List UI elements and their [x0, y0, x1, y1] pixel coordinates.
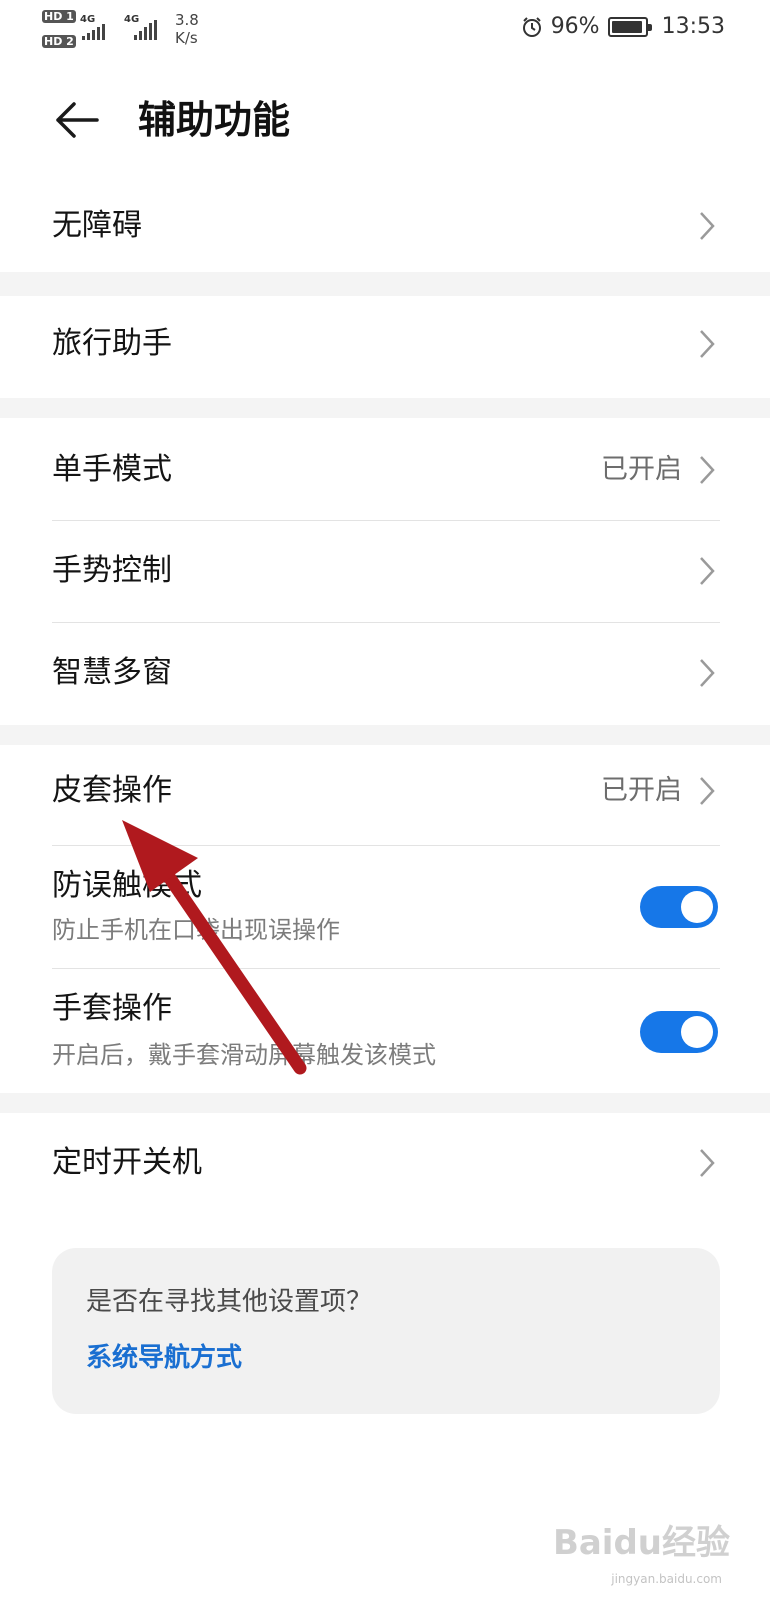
setting-label: 防误触模式	[52, 868, 202, 903]
menu-item-scheduled-power[interactable]: 定时开关机	[0, 1113, 770, 1215]
chevron-right-icon	[700, 557, 715, 585]
app-header: 辅助功能	[0, 75, 770, 165]
group-separator	[0, 272, 770, 296]
watermark-url: jingyan.baidu.com	[611, 1572, 722, 1586]
clock-time: 13:53	[661, 14, 725, 39]
group-separator	[0, 398, 770, 418]
signal-bars-2-icon	[134, 20, 157, 40]
setting-pocket-mode: 防误触模式 防止手机在口袋出现误操作	[0, 846, 770, 968]
suggestion-link[interactable]: 系统导航方式	[86, 1340, 242, 1376]
net-speed: 3.8 K/s	[175, 11, 199, 47]
toggle-knob	[681, 1016, 713, 1048]
menu-item-label: 手势控制	[52, 553, 172, 588]
chevron-right-icon	[700, 456, 715, 484]
menu-item-smart-multi-window[interactable]: 智慧多窗	[0, 623, 770, 725]
menu-item-accessibility[interactable]: 无障碍	[0, 180, 770, 272]
menu-item-one-hand-mode[interactable]: 单手模式 已开启	[0, 418, 770, 520]
menu-item-travel-assistant[interactable]: 旅行助手	[0, 296, 770, 398]
menu-item-label: 单手模式	[52, 452, 172, 487]
hd-badge-1: HD 1	[42, 10, 76, 23]
battery-icon	[607, 16, 652, 37]
menu-item-cover-operation[interactable]: 皮套操作 已开启	[0, 745, 770, 845]
signal-bars-1-icon	[82, 24, 105, 40]
pocket-mode-toggle[interactable]	[640, 886, 718, 928]
suggestion-question: 是否在寻找其他设置项？	[86, 1287, 373, 1317]
menu-item-gesture-control[interactable]: 手势控制	[0, 521, 770, 622]
net-speed-value: 3.8	[175, 11, 199, 29]
setting-glove-mode: 手套操作 开启后，戴手套滑动屏幕触发该模式	[0, 969, 770, 1093]
page-title: 辅助功能	[138, 98, 291, 142]
chevron-right-icon	[700, 212, 715, 240]
chevron-right-icon	[700, 1149, 715, 1177]
alarm-clock-icon	[522, 16, 541, 37]
baidu-watermark: Baidu经验	[552, 1523, 730, 1563]
setting-description: 防止手机在口袋出现误操作	[52, 916, 340, 944]
menu-item-label: 旅行助手	[52, 326, 172, 361]
status-text: 已开启	[601, 454, 682, 485]
status-bar: HD 1 HD 2 4G 4G 3.8 K/s 96% 13:53	[0, 0, 770, 60]
chevron-right-icon	[700, 330, 715, 358]
group-separator	[0, 1093, 770, 1113]
suggestion-card: 是否在寻找其他设置项？ 系统导航方式	[52, 1248, 720, 1414]
menu-item-label: 定时开关机	[52, 1145, 202, 1180]
setting-description: 开启后，戴手套滑动屏幕触发该模式	[52, 1041, 436, 1069]
battery-percent: 96%	[550, 14, 600, 39]
chevron-right-icon	[700, 659, 715, 687]
chevron-right-icon	[700, 777, 715, 805]
net-speed-unit: K/s	[175, 29, 198, 47]
setting-label: 手套操作	[52, 991, 172, 1026]
hd-badge-2: HD 2	[42, 35, 76, 48]
back-arrow-icon[interactable]	[52, 95, 102, 145]
menu-item-label: 智慧多窗	[52, 655, 172, 690]
menu-item-label: 皮套操作	[52, 773, 172, 808]
group-separator	[0, 725, 770, 745]
toggle-knob	[681, 891, 713, 923]
status-text: 已开启	[601, 775, 682, 806]
menu-item-label: 无障碍	[52, 208, 142, 243]
glove-mode-toggle[interactable]	[640, 1011, 718, 1053]
